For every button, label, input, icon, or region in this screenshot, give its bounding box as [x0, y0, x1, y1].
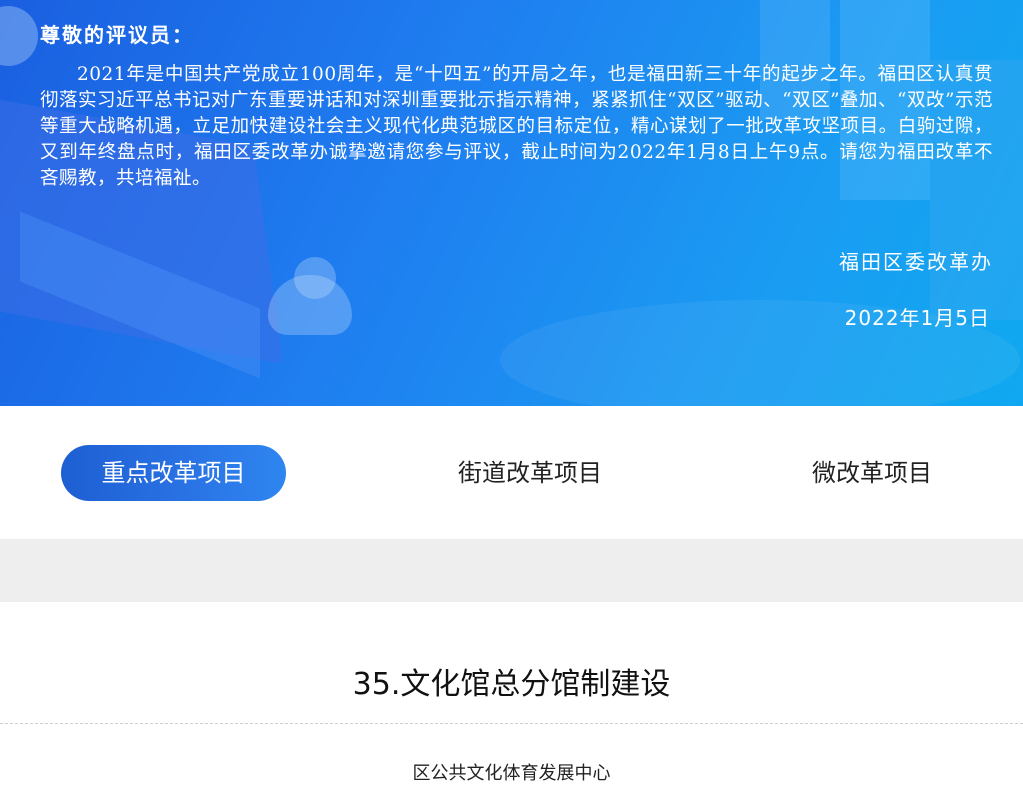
salutation: 尊敬的评议员：	[40, 23, 194, 47]
invitation-letter: 尊敬的评议员： 2021年是中国共产党成立100周年，是“十四五”的开局之年，也…	[40, 20, 993, 192]
section-separator	[0, 539, 1023, 602]
cloud-icon	[0, 6, 38, 66]
tab-key-reform-projects[interactable]: 重点改革项目	[61, 445, 286, 501]
tab-street-reform-projects[interactable]: 街道改革项目	[430, 445, 630, 501]
letter-date: 2022年1月5日	[844, 306, 990, 330]
divider	[0, 723, 1023, 724]
project-category-tabs: 重点改革项目 街道改革项目 微改革项目	[0, 406, 1023, 539]
page: 尊敬的评议员： 2021年是中国共产党成立100周年，是“十四五”的开局之年，也…	[0, 0, 1023, 802]
letter-signature: 福田区委改革办	[839, 250, 993, 274]
project-title: 35.文化馆总分馆制建设	[352, 667, 671, 702]
letter-body: 2021年是中国共产党成立100周年，是“十四五”的开局之年，也是福田新三十年的…	[40, 64, 993, 189]
hero-banner: 尊敬的评议员： 2021年是中国共产党成立100周年，是“十四五”的开局之年，也…	[0, 0, 1023, 406]
cloud-icon	[268, 257, 352, 335]
project-organization: 区公共文化体育发展中心	[412, 763, 611, 784]
tab-micro-reform-projects[interactable]: 微改革项目	[772, 445, 972, 501]
